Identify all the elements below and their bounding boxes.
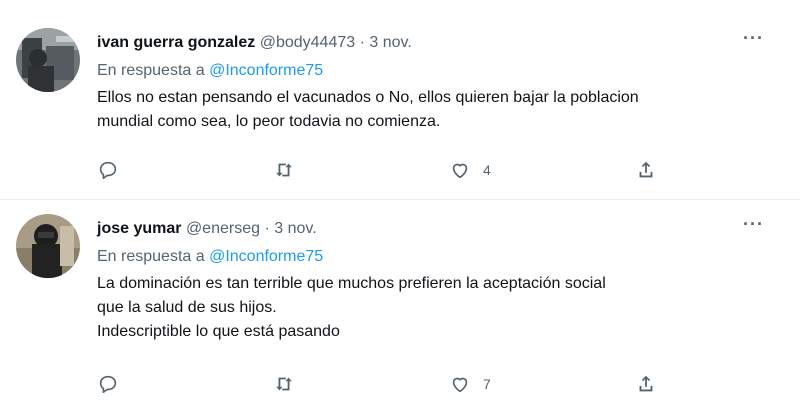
- tweet-text-line: Ellos no estan pensando el vacunados o N…: [97, 89, 639, 106]
- share-button[interactable]: [635, 158, 657, 182]
- replying-prefix: En respuesta a: [97, 248, 205, 265]
- tweet-header: jose yumar @enerseg · 3 nov.: [97, 218, 780, 240]
- more-icon[interactable]: ···: [743, 28, 764, 49]
- heart-icon: [452, 163, 468, 179]
- retweet-button[interactable]: [273, 372, 307, 396]
- action-bar: 4: [97, 158, 657, 182]
- retweet-icon: [276, 163, 292, 177]
- tweet[interactable]: jose yumar @enerseg · 3 nov. En respuest…: [0, 200, 800, 412]
- reply-icon: [99, 375, 117, 394]
- tweet-text-line: mundial como sea, lo peor todavia no com…: [97, 113, 441, 130]
- like-count: 4: [483, 162, 491, 178]
- like-button[interactable]: 7: [449, 372, 491, 396]
- share-button[interactable]: [635, 372, 657, 396]
- retweet-button[interactable]: [273, 158, 307, 182]
- like-button[interactable]: 4: [449, 158, 491, 182]
- tweet-text: La dominación es tan terrible que muchos…: [97, 272, 780, 344]
- replying-to: En respuesta a @Inconforme75: [97, 60, 780, 82]
- reply-button[interactable]: [97, 158, 131, 182]
- display-name[interactable]: ivan guerra gonzalez: [97, 34, 255, 51]
- avatar[interactable]: [16, 214, 80, 278]
- avatar[interactable]: [16, 28, 80, 92]
- tweet-date[interactable]: 3 nov.: [274, 220, 316, 237]
- tweet-text-line: que la salud de sus hijos.: [97, 299, 277, 316]
- action-bar: 7: [97, 372, 657, 396]
- display-name[interactable]: jose yumar: [97, 220, 181, 237]
- like-count: 7: [483, 376, 491, 392]
- user-handle[interactable]: @body44473: [260, 34, 355, 51]
- tweet-text: Ellos no estan pensando el vacunados o N…: [97, 86, 780, 134]
- retweet-icon: [276, 377, 292, 391]
- mention-link[interactable]: @Inconforme75: [209, 62, 323, 79]
- heart-icon: [452, 377, 468, 393]
- tweet-date[interactable]: 3 nov.: [369, 34, 411, 51]
- mention-link[interactable]: @Inconforme75: [209, 248, 323, 265]
- replying-prefix: En respuesta a: [97, 62, 205, 79]
- share-icon: [639, 161, 653, 178]
- reply-button[interactable]: [97, 372, 131, 396]
- tweet-text-line: La dominación es tan terrible que muchos…: [97, 275, 606, 292]
- separator-dot: ·: [264, 220, 270, 237]
- share-icon: [639, 375, 653, 392]
- tweet[interactable]: ivan guerra gonzalez @body44473 · 3 nov.…: [0, 0, 800, 200]
- reply-icon: [99, 161, 117, 180]
- separator-dot: ·: [359, 34, 365, 51]
- tweet-header: ivan guerra gonzalez @body44473 · 3 nov.: [97, 32, 780, 54]
- replying-to: En respuesta a @Inconforme75: [97, 246, 780, 268]
- more-icon[interactable]: ···: [743, 214, 764, 235]
- user-handle[interactable]: @enerseg: [186, 220, 260, 237]
- tweet-text-line: Indescriptible lo que está pasando: [97, 323, 340, 340]
